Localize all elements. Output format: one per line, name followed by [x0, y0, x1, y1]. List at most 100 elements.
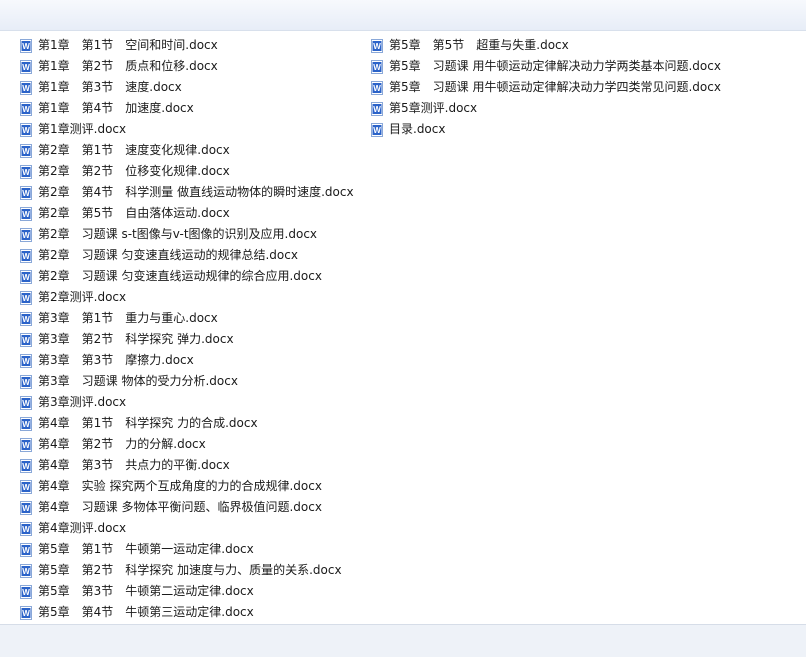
word-doc-icon: W: [20, 542, 32, 557]
file-item[interactable]: W 第5章 第4节 牛顿第三运动定律.docx: [20, 602, 354, 623]
file-item[interactable]: W 第3章 第1节 重力与重心.docx: [20, 308, 354, 329]
svg-text:W: W: [22, 504, 30, 513]
svg-text:W: W: [22, 168, 30, 177]
file-item[interactable]: W 第3章 习题课 物体的受力分析.docx: [20, 371, 354, 392]
svg-text:W: W: [22, 546, 30, 555]
file-name: 第2章 习题课 匀变速直线运动的规律总结.docx: [38, 248, 298, 262]
file-name: 第5章 第2节 科学探究 加速度与力、质量的关系.docx: [38, 563, 342, 577]
file-item[interactable]: W 第2章 第2节 位移变化规律.docx: [20, 161, 354, 182]
file-item[interactable]: W 第1章 第3节 速度.docx: [20, 77, 354, 98]
file-item[interactable]: W 第2章 习题课 s-t图像与v-t图像的识别及应用.docx: [20, 224, 354, 245]
file-name: 第4章 实验 探究两个互成角度的力的合成规律.docx: [38, 479, 322, 493]
file-name: 第5章 第4节 牛顿第三运动定律.docx: [38, 605, 254, 619]
file-item[interactable]: W 第3章 第2节 科学探究 弹力.docx: [20, 329, 354, 350]
svg-text:W: W: [373, 126, 381, 135]
word-doc-icon: W: [20, 143, 32, 158]
file-name: 第4章 第3节 共点力的平衡.docx: [38, 458, 230, 472]
word-doc-icon: W: [20, 185, 32, 200]
file-item[interactable]: W 第2章 第4节 科学测量 做直线运动物体的瞬时速度.docx: [20, 182, 354, 203]
svg-text:W: W: [22, 462, 30, 471]
word-doc-icon: W: [20, 269, 32, 284]
file-item[interactable]: W 第5章测评.docx: [371, 98, 721, 119]
file-name: 第5章 第3节 牛顿第二运动定律.docx: [38, 584, 254, 598]
file-item[interactable]: W 第1章 第2节 质点和位移.docx: [20, 56, 354, 77]
file-name: 第2章测评.docx: [38, 290, 127, 304]
file-item[interactable]: W 第4章 第2节 力的分解.docx: [20, 434, 354, 455]
file-item[interactable]: W 第4章 习题课 多物体平衡问题、临界极值问题.docx: [20, 497, 354, 518]
file-name: 第2章 第2节 位移变化规律.docx: [38, 164, 230, 178]
file-item[interactable]: W 第2章测评.docx: [20, 287, 354, 308]
svg-text:W: W: [373, 84, 381, 93]
svg-text:W: W: [22, 399, 30, 408]
svg-text:W: W: [22, 588, 30, 597]
file-item[interactable]: W 第4章 实验 探究两个互成角度的力的合成规律.docx: [20, 476, 354, 497]
svg-text:W: W: [22, 294, 30, 303]
file-item[interactable]: W 第1章 第4节 加速度.docx: [20, 98, 354, 119]
file-item[interactable]: W 第4章 第1节 科学探究 力的合成.docx: [20, 413, 354, 434]
file-item[interactable]: W 第5章 习题课 用牛顿运动定律解决动力学四类常见问题.docx: [371, 77, 721, 98]
word-doc-icon: W: [20, 374, 32, 389]
word-doc-icon: W: [20, 353, 32, 368]
file-column-right: W 第5章 第5节 超重与失重.docx W 第5章 习题课 用牛顿运动定律解决动力学…: [371, 35, 721, 140]
svg-text:W: W: [22, 84, 30, 93]
file-name: 目录.docx: [389, 122, 446, 136]
svg-text:W: W: [22, 441, 30, 450]
file-name: 第5章 习题课 用牛顿运动定律解决动力学四类常见问题.docx: [389, 80, 721, 94]
file-name: 第1章 第3节 速度.docx: [38, 80, 182, 94]
file-item[interactable]: W 第4章测评.docx: [20, 518, 354, 539]
word-doc-icon: W: [371, 38, 383, 53]
svg-text:W: W: [22, 231, 30, 240]
svg-text:W: W: [22, 252, 30, 261]
word-doc-icon: W: [20, 584, 32, 599]
file-item[interactable]: W 第2章 第1节 速度变化规律.docx: [20, 140, 354, 161]
word-doc-icon: W: [20, 38, 32, 53]
file-name: 第5章 习题课 用牛顿运动定律解决动力学两类基本问题.docx: [389, 59, 721, 73]
file-item[interactable]: W 第5章 第5节 超重与失重.docx: [371, 35, 721, 56]
svg-text:W: W: [22, 609, 30, 618]
status-bar: [0, 624, 806, 657]
file-item[interactable]: W 第3章测评.docx: [20, 392, 354, 413]
svg-text:W: W: [22, 315, 30, 324]
file-name: 第1章测评.docx: [38, 122, 127, 136]
file-list-pane[interactable]: W 第1章 第1节 空间和时间.docx W 第1章 第2节 质点和位移.docx W 第…: [0, 31, 806, 624]
svg-text:W: W: [22, 567, 30, 576]
file-item[interactable]: W 第5章 第1节 牛顿第一运动定律.docx: [20, 539, 354, 560]
file-item[interactable]: W 第3章 第3节 摩擦力.docx: [20, 350, 354, 371]
file-item[interactable]: W 第1章测评.docx: [20, 119, 354, 140]
file-name: 第5章 第1节 牛顿第一运动定律.docx: [38, 542, 254, 556]
file-name: 第2章 习题课 s-t图像与v-t图像的识别及应用.docx: [38, 227, 318, 241]
word-doc-icon: W: [20, 563, 32, 578]
word-doc-icon: W: [20, 122, 32, 137]
svg-text:W: W: [373, 42, 381, 51]
word-doc-icon: W: [20, 227, 32, 242]
file-name: 第3章 第2节 科学探究 弹力.docx: [38, 332, 234, 346]
file-column-left: W 第1章 第1节 空间和时间.docx W 第1章 第2节 质点和位移.docx W 第…: [20, 35, 354, 623]
file-item[interactable]: W 第5章 习题课 用牛顿运动定律解决动力学两类基本问题.docx: [371, 56, 721, 77]
file-item[interactable]: W 第2章 习题课 匀变速直线运动规律的综合应用.docx: [20, 266, 354, 287]
svg-text:W: W: [22, 357, 30, 366]
word-doc-icon: W: [20, 458, 32, 473]
svg-text:W: W: [22, 42, 30, 51]
svg-text:W: W: [22, 189, 30, 198]
file-item[interactable]: W 第2章 第5节 自由落体运动.docx: [20, 203, 354, 224]
file-item[interactable]: W 第5章 第2节 科学探究 加速度与力、质量的关系.docx: [20, 560, 354, 581]
word-doc-icon: W: [20, 437, 32, 452]
svg-text:W: W: [22, 105, 30, 114]
file-item[interactable]: W 第5章 第3节 牛顿第二运动定律.docx: [20, 581, 354, 602]
svg-text:W: W: [22, 273, 30, 282]
file-name: 第3章 习题课 物体的受力分析.docx: [38, 374, 238, 388]
svg-text:W: W: [22, 336, 30, 345]
file-item[interactable]: W 第2章 习题课 匀变速直线运动的规律总结.docx: [20, 245, 354, 266]
svg-text:W: W: [22, 126, 30, 135]
file-name: 第2章 第4节 科学测量 做直线运动物体的瞬时速度.docx: [38, 185, 354, 199]
file-name: 第1章 第1节 空间和时间.docx: [38, 38, 218, 52]
svg-text:W: W: [22, 420, 30, 429]
file-item[interactable]: W 目录.docx: [371, 119, 721, 140]
file-name: 第3章测评.docx: [38, 395, 127, 409]
file-item[interactable]: W 第4章 第3节 共点力的平衡.docx: [20, 455, 354, 476]
file-name: 第5章 第5节 超重与失重.docx: [389, 38, 569, 52]
word-doc-icon: W: [371, 101, 383, 116]
window-top-bar: [0, 0, 806, 31]
file-name: 第3章 第1节 重力与重心.docx: [38, 311, 218, 325]
file-item[interactable]: W 第1章 第1节 空间和时间.docx: [20, 35, 354, 56]
